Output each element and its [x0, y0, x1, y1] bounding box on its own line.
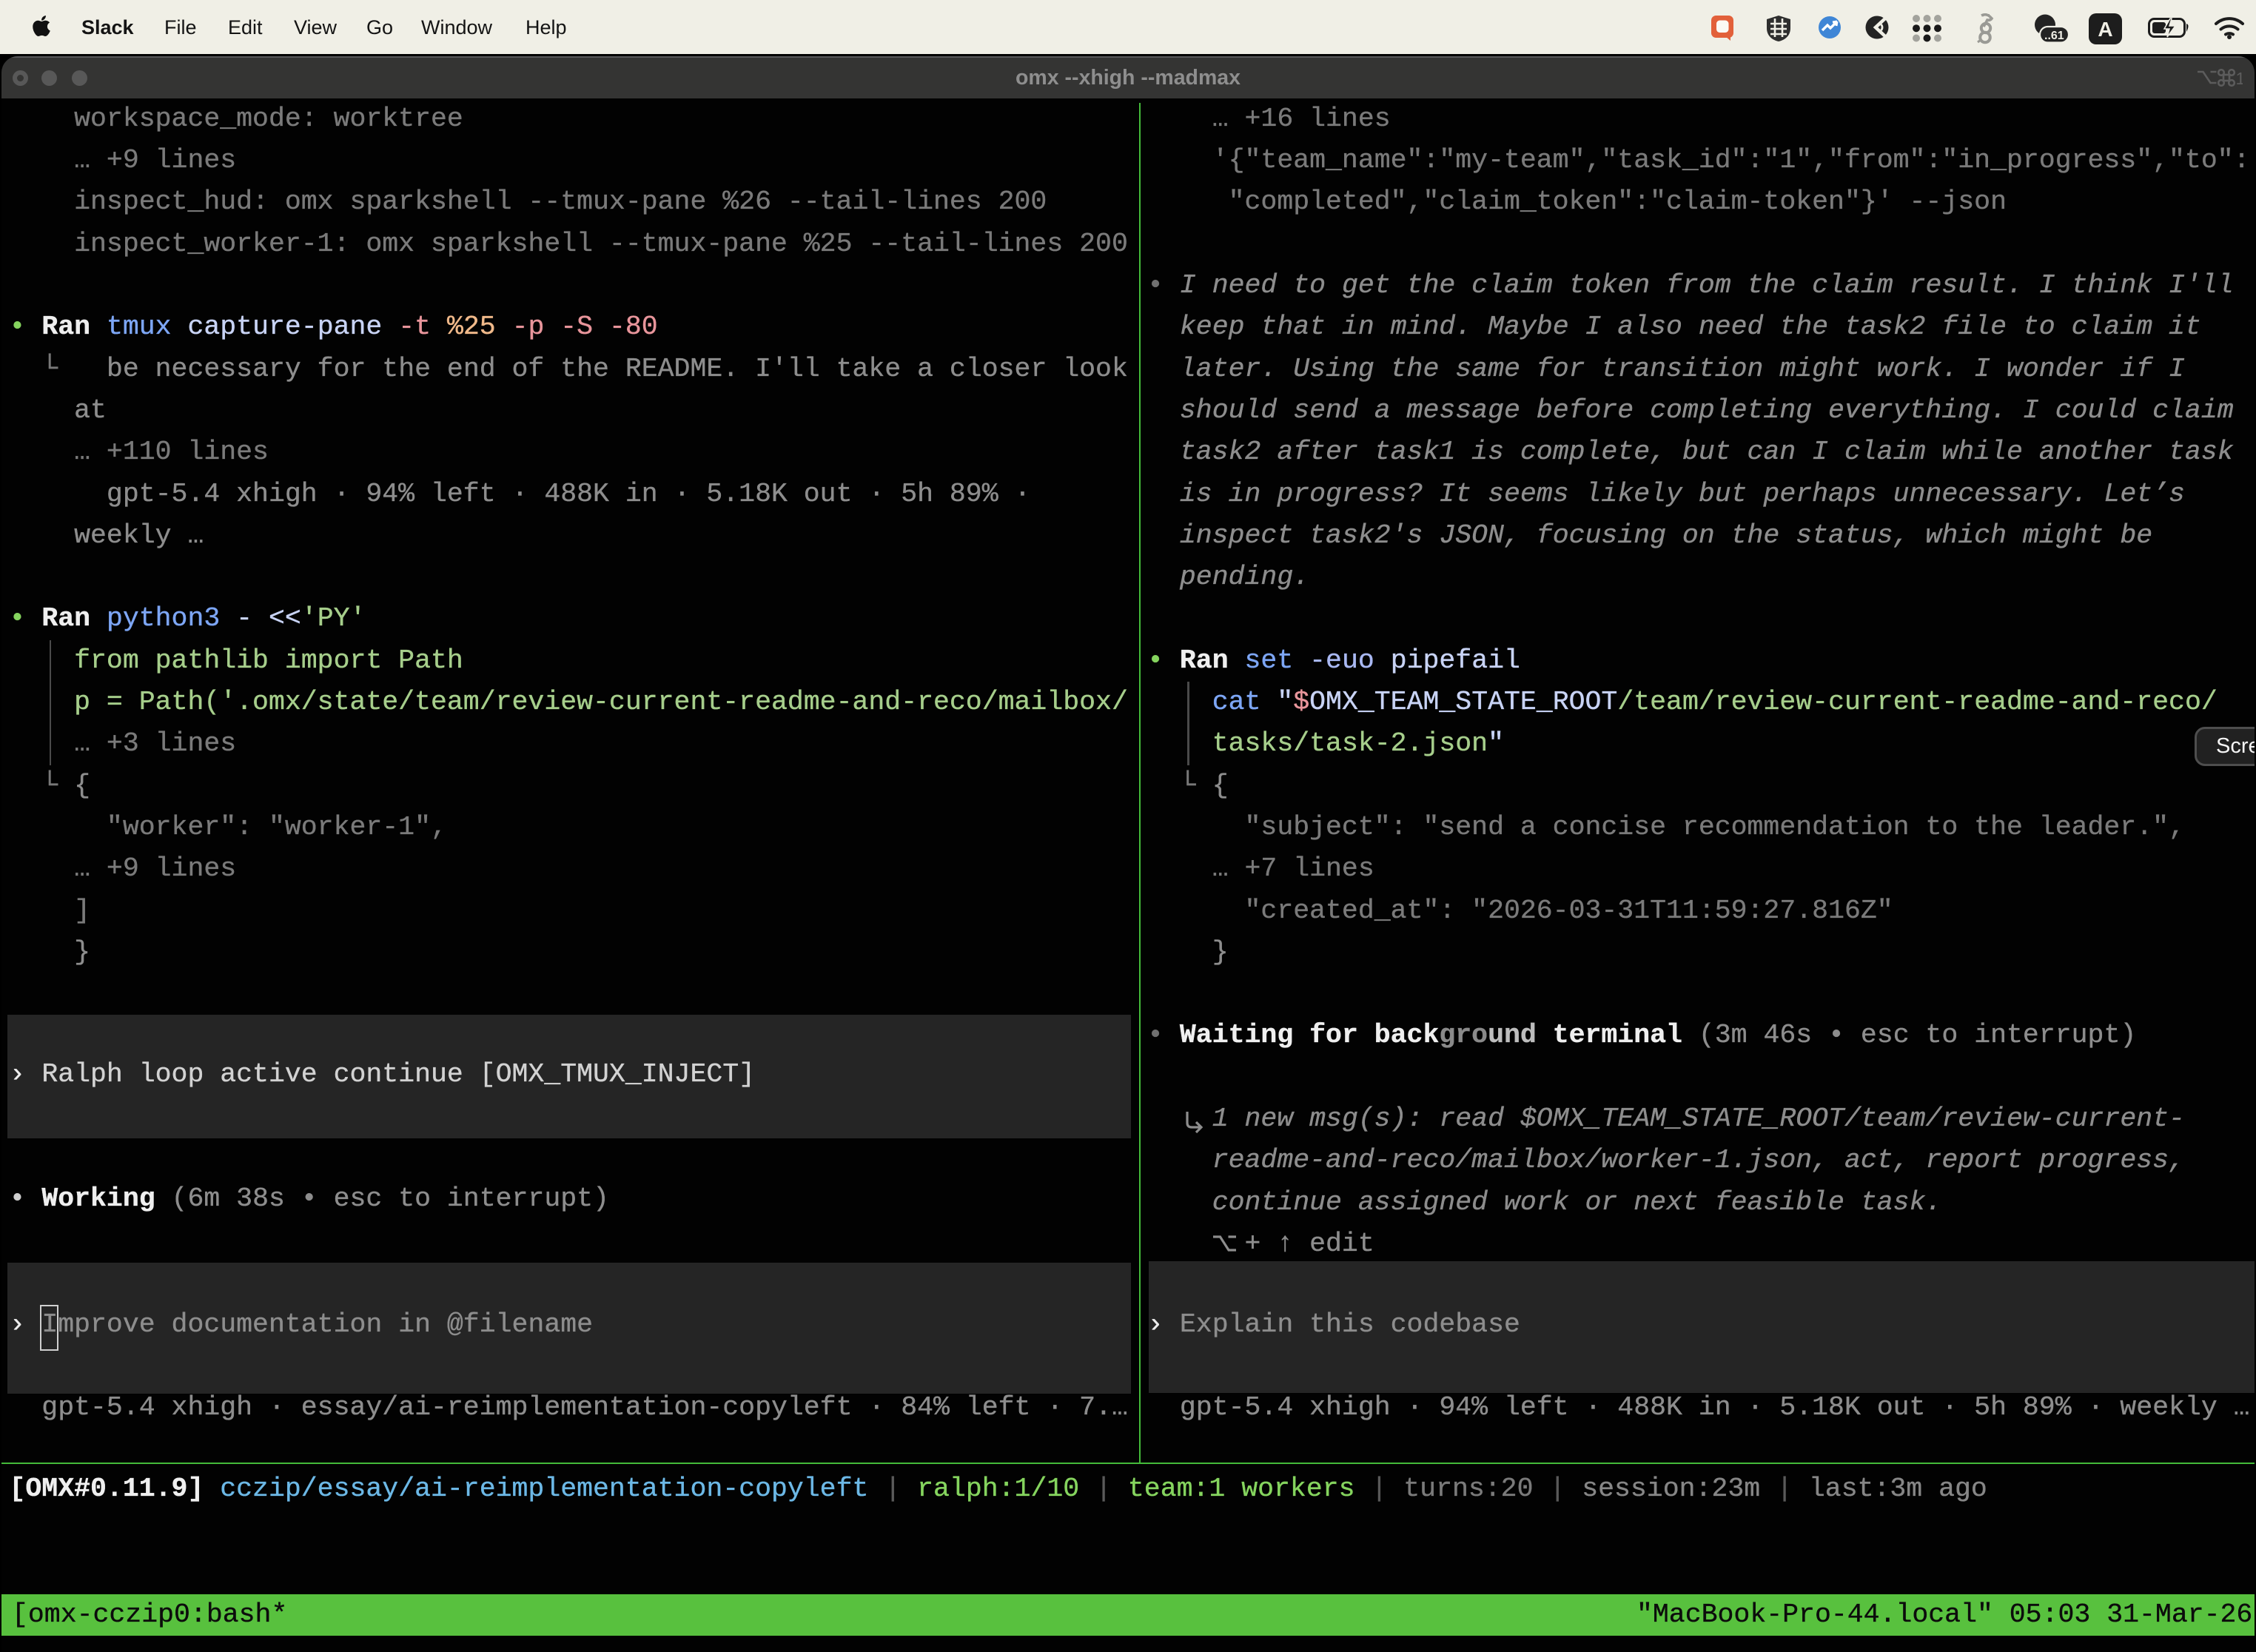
svg-text:A: A	[2098, 18, 2112, 41]
svg-text:..61: ..61	[2044, 30, 2064, 42]
